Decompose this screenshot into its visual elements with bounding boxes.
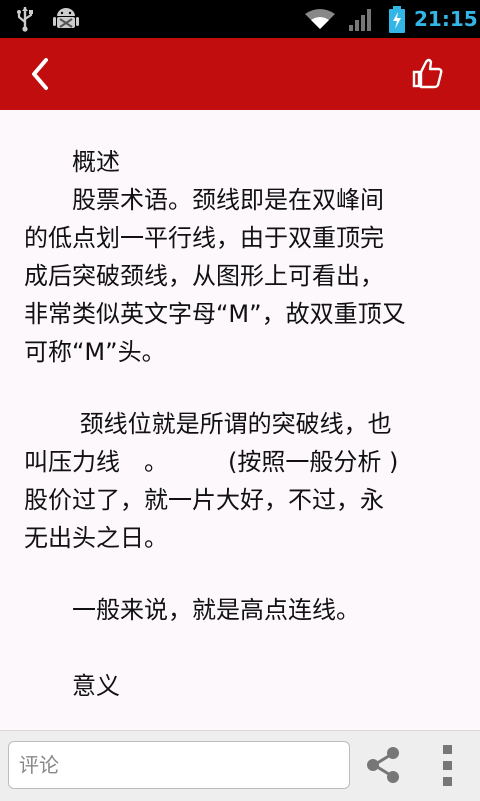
- article-line: 可称“M”头。: [24, 338, 166, 366]
- bottom-bar: [0, 730, 480, 801]
- share-button[interactable]: [362, 743, 406, 787]
- thumbs-up-icon: [408, 58, 448, 96]
- article-line: 颈线位就是所谓的突破线，也: [24, 410, 392, 438]
- overflow-menu-icon: [436, 745, 460, 793]
- article-line: 股票术语。颈线即是在双峰间: [24, 186, 384, 214]
- article-line: 成后突破颈线，从图形上可看出，: [24, 262, 384, 290]
- android-debug-icon: [52, 6, 80, 36]
- overflow-menu-button[interactable]: [436, 743, 460, 789]
- comment-input[interactable]: [8, 741, 350, 789]
- share-icon: [362, 747, 406, 791]
- article-line: 一般来说，就是高点连线。: [24, 596, 360, 624]
- back-button[interactable]: [26, 56, 56, 92]
- like-button[interactable]: [408, 56, 448, 92]
- app-bar: [0, 38, 480, 110]
- signal-icon: [348, 8, 374, 36]
- wifi-icon: [304, 8, 336, 34]
- article-line: 叫压力线 。 (按照一般分析 ): [24, 448, 399, 476]
- status-bar: 21:15: [0, 0, 480, 38]
- battery-charging-icon: [388, 6, 406, 38]
- back-chevron-icon: [26, 58, 56, 96]
- article-line: 非常类似英文字母“M”，故双重顶又: [24, 300, 406, 328]
- status-time: 21:15: [414, 7, 478, 31]
- article-line: 概述: [24, 148, 120, 176]
- usb-icon: [16, 6, 34, 36]
- article-line: 的低点划一平行线，由于双重顶完: [24, 224, 384, 252]
- article-line: 无出头之日。: [24, 524, 168, 552]
- article-line: 股价过了，就一片大好，不过，永: [24, 486, 384, 514]
- article-line: 意义: [24, 672, 120, 700]
- article-content: 概述 股票术语。颈线即是在双峰间 的低点划一平行线，由于双重顶完 成后突破颈线，…: [0, 110, 480, 730]
